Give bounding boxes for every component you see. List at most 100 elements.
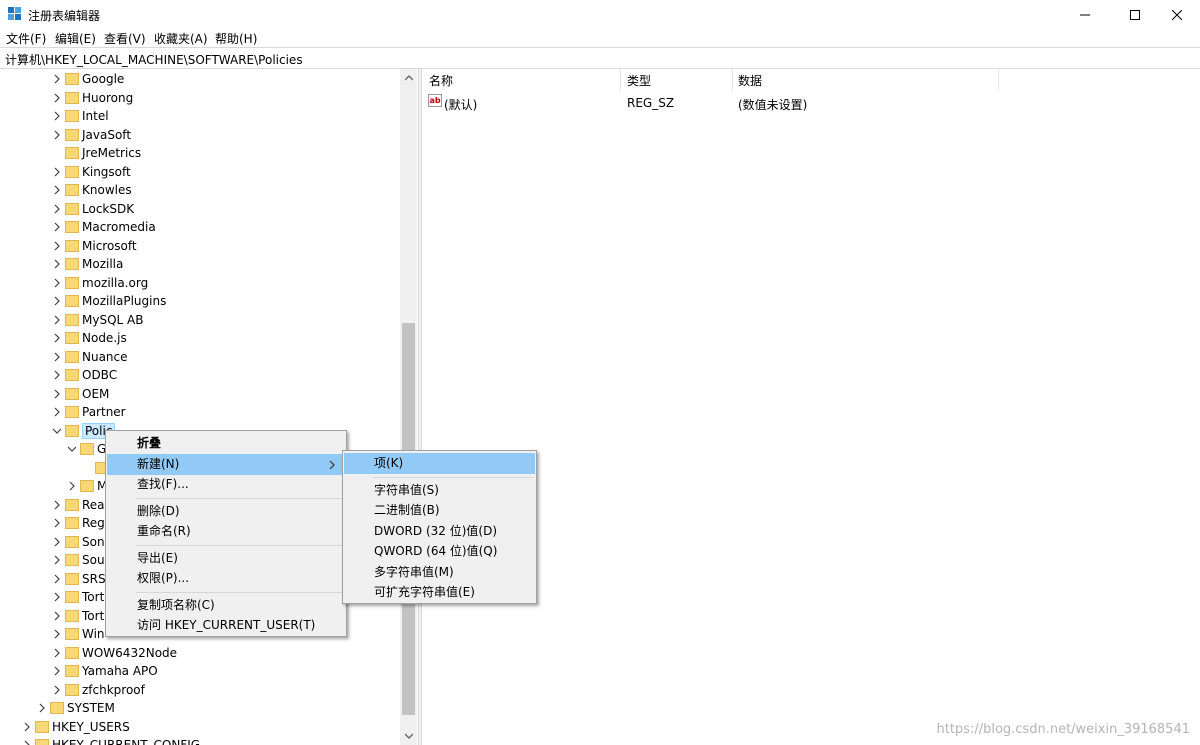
chevron-right-icon[interactable] bbox=[52, 222, 62, 232]
chevron-right-icon[interactable] bbox=[52, 537, 62, 547]
chevron-right-icon[interactable] bbox=[52, 555, 62, 565]
chevron-right-icon[interactable] bbox=[52, 111, 62, 121]
menu-item[interactable]: 二进制值(B) bbox=[344, 500, 535, 521]
tree-item[interactable]: Microsoft bbox=[0, 237, 400, 255]
tree-item[interactable]: Knowles bbox=[0, 181, 400, 199]
tree-item[interactable]: SYSTEM bbox=[0, 699, 400, 717]
tree-item[interactable]: JreMetrics bbox=[0, 144, 400, 162]
column-divider[interactable] bbox=[620, 69, 621, 91]
address-path[interactable]: 计算机\HKEY_LOCAL_MACHINE\SOFTWARE\Policies bbox=[5, 51, 303, 68]
chevron-right-icon[interactable] bbox=[22, 740, 32, 745]
chevron-right-icon[interactable] bbox=[52, 352, 62, 362]
tree-item[interactable]: Huorong bbox=[0, 89, 400, 107]
menu-view[interactable]: 查看(V) bbox=[104, 30, 146, 47]
chevron-right-icon[interactable] bbox=[52, 167, 62, 177]
menu-item[interactable]: 字符串值(S) bbox=[344, 480, 535, 501]
menu-item[interactable]: DWORD (32 位)值(D) bbox=[344, 521, 535, 542]
folder-icon bbox=[65, 535, 79, 548]
tree-item[interactable]: MySQL AB bbox=[0, 311, 400, 329]
menu-item[interactable]: 项(K) bbox=[344, 453, 535, 474]
tree-item[interactable]: HKEY_USERS bbox=[0, 718, 400, 736]
tree-item-label: SYSTEM bbox=[67, 701, 115, 715]
chevron-right-icon[interactable] bbox=[52, 500, 62, 510]
scroll-down-arrow[interactable] bbox=[400, 727, 417, 744]
chevron-right-icon[interactable] bbox=[52, 370, 62, 380]
menu-item[interactable]: 新建(N) bbox=[107, 453, 345, 475]
tree-item[interactable]: JavaSoft bbox=[0, 126, 400, 144]
chevron-down-icon[interactable] bbox=[67, 444, 77, 454]
chevron-right-icon[interactable] bbox=[52, 130, 62, 140]
tree-item[interactable]: mozilla.org bbox=[0, 274, 400, 292]
chevron-right-icon[interactable] bbox=[52, 518, 62, 528]
tree-item[interactable]: Google bbox=[0, 70, 400, 88]
menu-item[interactable]: QWORD (64 位)值(Q) bbox=[344, 541, 535, 562]
menu-item[interactable]: 复制项名称(C) bbox=[107, 595, 345, 616]
chevron-right-icon[interactable] bbox=[52, 185, 62, 195]
column-divider[interactable] bbox=[732, 69, 733, 91]
menu-item[interactable]: 折叠 bbox=[107, 433, 345, 454]
column-name[interactable]: 名称 bbox=[429, 72, 453, 89]
chevron-right-icon[interactable] bbox=[52, 278, 62, 288]
tree-item[interactable]: OEM bbox=[0, 385, 400, 403]
tree-item[interactable]: zfchkproof bbox=[0, 681, 400, 699]
chevron-right-icon[interactable] bbox=[52, 241, 62, 251]
folder-icon bbox=[65, 332, 79, 344]
tree-item[interactable]: MozillaPlugins bbox=[0, 292, 400, 310]
chevron-right-icon[interactable] bbox=[67, 481, 77, 491]
chevron-right-icon[interactable] bbox=[52, 93, 62, 103]
column-data[interactable]: 数据 bbox=[738, 72, 762, 89]
tree-item[interactable]: HKEY_CURRENT_CONFIG bbox=[0, 736, 400, 745]
tree-item[interactable]: LockSDK bbox=[0, 200, 400, 218]
close-button[interactable] bbox=[1154, 0, 1200, 29]
column-divider[interactable] bbox=[998, 69, 999, 91]
chevron-right-icon[interactable] bbox=[52, 389, 62, 399]
chevron-right-icon[interactable] bbox=[52, 629, 62, 639]
menu-favorites[interactable]: 收藏夹(A) bbox=[154, 30, 208, 47]
tree-item[interactable]: Macromedia bbox=[0, 218, 400, 236]
tree-item[interactable]: ODBC bbox=[0, 366, 400, 384]
chevron-right-icon[interactable] bbox=[52, 666, 62, 676]
chevron-right-icon[interactable] bbox=[52, 333, 62, 343]
chevron-right-icon[interactable] bbox=[52, 592, 62, 602]
menu-item[interactable]: 删除(D) bbox=[107, 501, 345, 522]
chevron-right-icon[interactable] bbox=[52, 259, 62, 269]
tree-pane[interactable]: Google Huorong Intel JavaSoft JreMetrics King… bbox=[0, 69, 418, 745]
menu-item[interactable]: 访问 HKEY_CURRENT_USER(T) bbox=[107, 615, 345, 636]
address-bar[interactable]: 计算机\HKEY_LOCAL_MACHINE\SOFTWARE\Policies bbox=[0, 47, 1200, 69]
tree-item[interactable]: Nuance bbox=[0, 348, 400, 366]
menu-edit[interactable]: 编辑(E) bbox=[55, 30, 96, 47]
chevron-right-icon[interactable] bbox=[52, 74, 62, 84]
menu-file[interactable]: 文件(F) bbox=[6, 30, 46, 47]
chevron-down-icon[interactable] bbox=[52, 426, 62, 436]
minimize-button[interactable] bbox=[1062, 0, 1108, 29]
menu-item[interactable]: 导出(E) bbox=[107, 548, 345, 569]
tree-scrollbar[interactable] bbox=[400, 69, 417, 745]
tree-item[interactable]: WOW6432Node bbox=[0, 644, 400, 662]
menu-item[interactable]: 可扩充字符串值(E) bbox=[344, 582, 535, 603]
menu-item[interactable]: 重命名(R) bbox=[107, 521, 345, 542]
scroll-up-arrow[interactable] bbox=[400, 69, 417, 86]
tree-item[interactable]: Yamaha APO bbox=[0, 662, 400, 680]
menu-item[interactable]: 权限(P)... bbox=[107, 568, 345, 589]
tree-item[interactable]: Mozilla bbox=[0, 255, 400, 273]
menu-help[interactable]: 帮助(H) bbox=[215, 30, 257, 47]
chevron-right-icon[interactable] bbox=[52, 685, 62, 695]
menu-item[interactable]: 查找(F)... bbox=[107, 474, 345, 495]
chevron-right-icon[interactable] bbox=[52, 574, 62, 584]
chevron-right-icon[interactable] bbox=[22, 722, 32, 732]
tree-item[interactable]: Partner bbox=[0, 403, 400, 421]
chevron-right-icon[interactable] bbox=[52, 315, 62, 325]
column-type[interactable]: 类型 bbox=[627, 72, 651, 89]
tree-item[interactable]: Kingsoft bbox=[0, 163, 400, 181]
menu-item[interactable]: 多字符串值(M) bbox=[344, 562, 535, 583]
tree-item[interactable]: Node.js bbox=[0, 329, 400, 347]
chevron-right-icon[interactable] bbox=[52, 296, 62, 306]
chevron-right-icon[interactable] bbox=[52, 407, 62, 417]
values-pane[interactable]: 名称 类型 数据 ab (默认) REG_SZ (数值未设置) bbox=[422, 69, 1200, 745]
chevron-right-icon[interactable] bbox=[52, 611, 62, 621]
maximize-button[interactable] bbox=[1112, 0, 1158, 29]
chevron-right-icon[interactable] bbox=[37, 703, 47, 713]
chevron-right-icon[interactable] bbox=[52, 204, 62, 214]
chevron-right-icon[interactable] bbox=[52, 648, 62, 658]
tree-item[interactable]: Intel bbox=[0, 107, 400, 125]
